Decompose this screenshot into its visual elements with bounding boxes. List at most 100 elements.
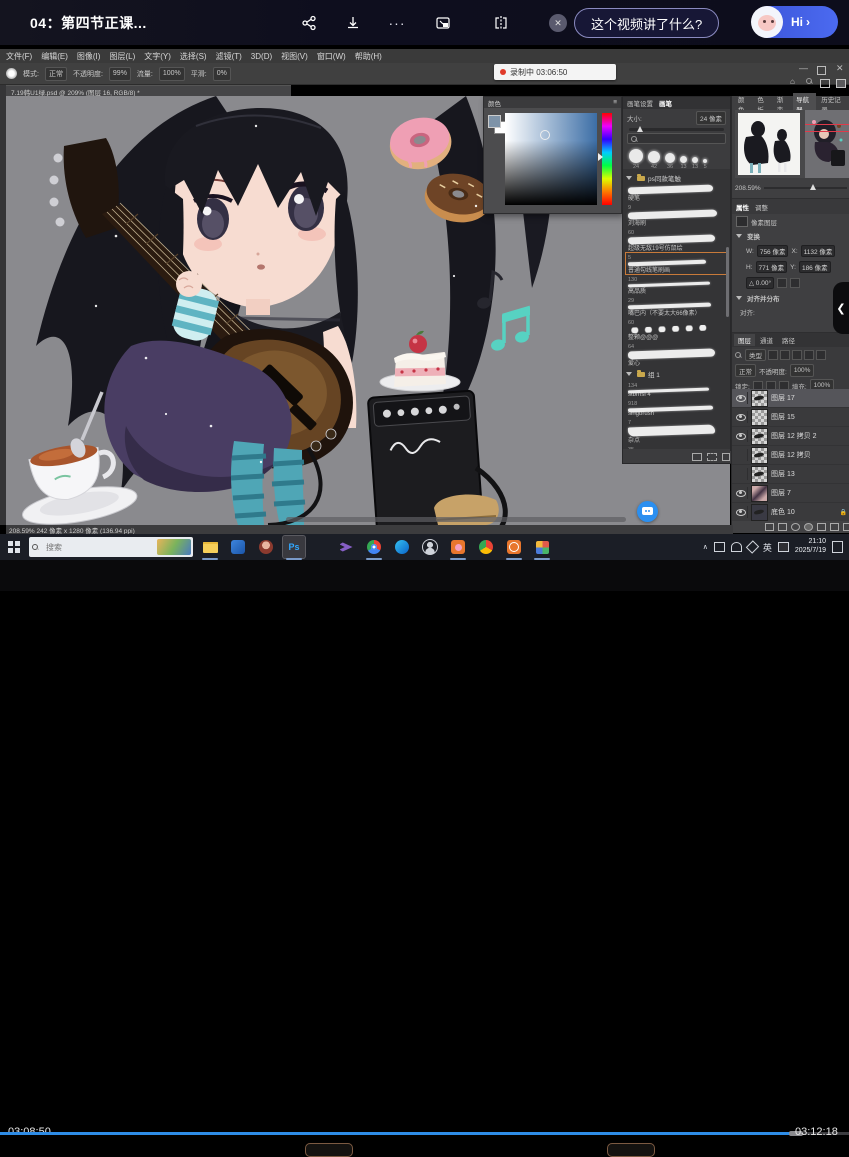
- navigator-zoom-slider[interactable]: [764, 187, 847, 189]
- hue-slider[interactable]: [602, 113, 612, 205]
- new-layer-icon[interactable]: [830, 523, 839, 531]
- taskbar-vs-icon[interactable]: [335, 536, 357, 558]
- brush-item[interactable]: 134stbrnsl 4: [626, 381, 727, 398]
- brush-item[interactable]: 9刘海刷: [626, 203, 727, 227]
- taskbar-grid-app-icon[interactable]: [531, 536, 553, 558]
- layer-opacity-value[interactable]: 100%: [790, 364, 815, 377]
- menu-view[interactable]: 视图(V): [281, 51, 308, 62]
- menu-select[interactable]: 选择(S): [180, 51, 207, 62]
- taskbar-clock[interactable]: 21:10 2025/7/19: [795, 538, 826, 556]
- taskbar-app-orange1-icon[interactable]: [447, 536, 469, 558]
- brush-item[interactable]: 29嘴巴内（不要太大66像素）: [626, 296, 727, 317]
- brush-item[interactable]: 64爱心: [626, 342, 727, 367]
- filter-smart-icon[interactable]: [816, 350, 826, 360]
- arrange-icon[interactable]: [836, 79, 846, 88]
- tab-layers[interactable]: 图层: [734, 334, 755, 346]
- pen-icon[interactable]: [746, 540, 759, 553]
- y-value[interactable]: 186 像素: [799, 261, 831, 273]
- layer-row[interactable]: 图层 12 拷贝 2: [732, 427, 849, 446]
- brush-tool-icon[interactable]: [6, 68, 17, 79]
- layer-mask-icon[interactable]: [791, 523, 800, 531]
- taskbar-avatar-app-icon[interactable]: [255, 536, 277, 558]
- taskbar-chrome2-icon[interactable]: [475, 536, 497, 558]
- search-highlight-image[interactable]: [157, 539, 191, 555]
- flow-value[interactable]: 100%: [159, 67, 185, 81]
- tab-adjustments[interactable]: 调整: [755, 202, 768, 212]
- blend-mode-select[interactable]: 正常: [45, 67, 67, 81]
- workspace-icon[interactable]: [820, 79, 830, 88]
- taskbar-account-icon[interactable]: [419, 536, 441, 558]
- taskbar-app-blue-icon[interactable]: [227, 536, 249, 558]
- taskbar-file-explorer-icon[interactable]: [199, 536, 221, 558]
- flip-horizontal-icon[interactable]: [777, 278, 787, 288]
- tab-properties[interactable]: 属性: [736, 202, 749, 212]
- restore-button[interactable]: [817, 66, 826, 75]
- x-value[interactable]: 1132 像素: [801, 245, 836, 257]
- layer-row[interactable]: 图层 12 拷贝: [732, 446, 849, 465]
- width-value[interactable]: 756 像素: [757, 245, 789, 257]
- menu-filter[interactable]: 滤镜(T): [216, 51, 242, 62]
- tab-brush-settings[interactable]: 画笔设置: [627, 98, 653, 108]
- ime-indicator[interactable]: 英: [763, 541, 772, 554]
- menu-edit[interactable]: 编辑(E): [41, 51, 68, 62]
- search-input[interactable]: [44, 542, 148, 553]
- reference-image-thumbnail[interactable]: [738, 113, 800, 175]
- monitor-icon[interactable]: [714, 542, 725, 552]
- hue-slider-thumb[interactable]: [598, 153, 603, 161]
- menu-type[interactable]: 文字(Y): [144, 51, 171, 62]
- filter-pixel-icon[interactable]: [768, 350, 778, 360]
- mirror-flip-icon[interactable]: [490, 12, 512, 34]
- new-group-icon[interactable]: [817, 523, 826, 531]
- assistant-avatar-pill[interactable]: Hi ›: [752, 6, 838, 38]
- menu-help[interactable]: 帮助(H): [355, 51, 382, 62]
- bottom-pill-button[interactable]: [305, 1143, 353, 1157]
- menu-file[interactable]: 文件(F): [6, 51, 32, 62]
- foreground-background-swatches[interactable]: [488, 115, 502, 129]
- taskbar-app-orange2-icon[interactable]: [503, 536, 525, 558]
- delete-layer-icon[interactable]: [843, 523, 849, 531]
- notification-center-icon[interactable]: [832, 541, 843, 553]
- angle-value[interactable]: △ 0.00°: [746, 277, 774, 289]
- panel-menu-icon[interactable]: ≡: [613, 99, 617, 106]
- opacity-value[interactable]: 99%: [109, 67, 131, 81]
- pip-icon[interactable]: [432, 12, 454, 34]
- home-icon[interactable]: ⌂: [790, 77, 795, 86]
- menu-layer[interactable]: 图层(L): [109, 51, 135, 62]
- tab-channels[interactable]: 通道: [756, 334, 777, 346]
- seek-bar[interactable]: [0, 1132, 849, 1135]
- align-section-label[interactable]: 对齐并分布: [747, 293, 780, 303]
- taskbar-photoshop-icon[interactable]: Ps: [283, 536, 305, 558]
- flip-vertical-icon[interactable]: [790, 278, 800, 288]
- minimize-button[interactable]: —: [799, 63, 808, 73]
- layer-row[interactable]: 图层 7: [732, 484, 849, 503]
- brush-item-selected[interactable]: 5普通勾线笔刷画: [626, 253, 727, 274]
- layer-blend-mode[interactable]: 正常: [735, 364, 756, 377]
- volume-icon[interactable]: [731, 542, 742, 552]
- layer-row[interactable]: 图层 13: [732, 465, 849, 484]
- start-button[interactable]: [3, 536, 25, 558]
- adjustment-layer-icon[interactable]: [804, 523, 813, 531]
- new-folder-icon[interactable]: [692, 453, 702, 461]
- menu-image[interactable]: 图像(I): [77, 51, 101, 62]
- brush-size-value[interactable]: 24 像素: [696, 111, 726, 125]
- height-value[interactable]: 771 像素: [756, 261, 788, 273]
- smoothing-value[interactable]: 0%: [213, 67, 231, 81]
- transform-section-label[interactable]: 变换: [747, 231, 760, 241]
- taskbar-chrome-icon[interactable]: [363, 536, 385, 558]
- brush-item[interactable]: 60整颗@@@: [626, 318, 727, 341]
- taskbar-search[interactable]: [29, 537, 193, 557]
- brush-folder[interactable]: ps同款笔触: [626, 173, 727, 183]
- brush-item[interactable]: 130高品质: [626, 275, 727, 295]
- ask-video-button[interactable]: 这个视频讲了什么?: [574, 8, 719, 38]
- brush-search-input[interactable]: [627, 133, 726, 144]
- brush-item[interactable]: 35S76WL: [626, 445, 727, 449]
- brush-item[interactable]: 918singbrush: [626, 399, 727, 417]
- bottom-pill-button[interactable]: [607, 1143, 655, 1157]
- brush-folder[interactable]: 组 1: [626, 369, 727, 379]
- filter-shape-icon[interactable]: [804, 350, 814, 360]
- share-icon[interactable]: [298, 12, 320, 34]
- collapse-sidebar-chevron[interactable]: ❮: [833, 282, 849, 334]
- brush-item[interactable]: 60超级无敌19号仿鼠绘: [626, 228, 727, 252]
- brush-size-slider[interactable]: [629, 128, 724, 131]
- brush-item[interactable]: 7杂点: [626, 418, 727, 444]
